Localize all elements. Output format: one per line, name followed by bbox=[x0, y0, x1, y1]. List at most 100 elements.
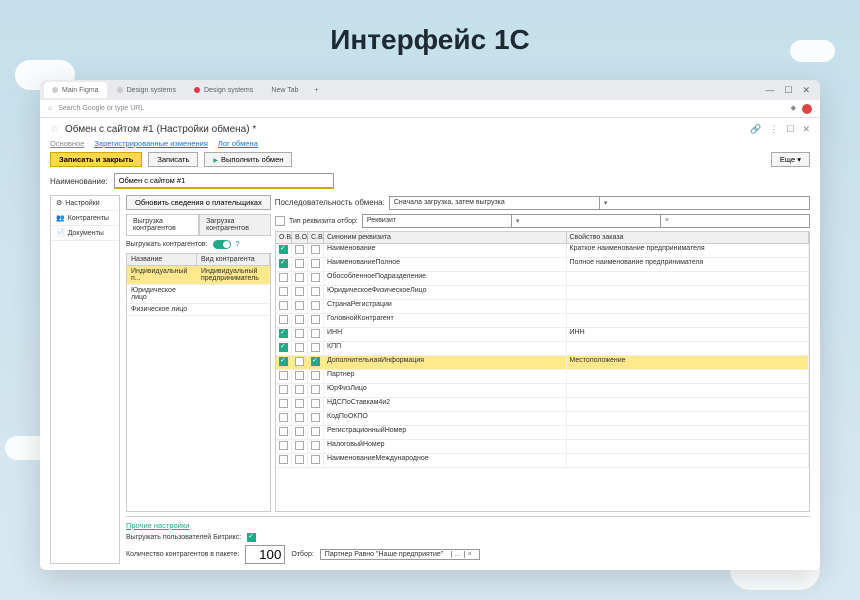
checkbox[interactable] bbox=[311, 441, 320, 450]
checkbox[interactable] bbox=[295, 385, 304, 394]
more-button[interactable]: Еще ▾ bbox=[771, 152, 810, 167]
count-input[interactable] bbox=[245, 545, 285, 564]
save-button[interactable]: Записать bbox=[148, 152, 198, 167]
grid-row[interactable]: ГоловнойКонтрагент bbox=[276, 314, 809, 328]
checkbox[interactable] bbox=[295, 287, 304, 296]
table-row[interactable]: Физическое лицо bbox=[127, 304, 270, 316]
checkbox[interactable] bbox=[279, 427, 288, 436]
checkbox[interactable] bbox=[279, 385, 288, 394]
checkbox[interactable] bbox=[279, 287, 288, 296]
grid-row[interactable]: НДСПоСтавкам4и2 bbox=[276, 398, 809, 412]
checkbox[interactable] bbox=[279, 371, 288, 380]
tab-import[interactable]: Загрузка контрагентов bbox=[199, 214, 271, 235]
checkbox[interactable] bbox=[311, 357, 320, 366]
checkbox[interactable] bbox=[295, 343, 304, 352]
nav-changes[interactable]: Зарегистрированные изменения bbox=[94, 139, 208, 148]
grid-row[interactable]: Партнер bbox=[276, 370, 809, 384]
grid-row[interactable]: НалоговыйНомер bbox=[276, 440, 809, 454]
checkbox[interactable] bbox=[279, 315, 288, 324]
browser-tab[interactable]: Main Figma bbox=[44, 82, 107, 98]
grid-row[interactable]: КПП bbox=[276, 342, 809, 356]
filter-icon[interactable] bbox=[275, 216, 285, 226]
checkbox[interactable] bbox=[295, 371, 304, 380]
clear-icon[interactable]: × bbox=[660, 215, 809, 227]
maximize-icon[interactable]: ☐ bbox=[784, 85, 792, 96]
checkbox[interactable] bbox=[279, 343, 288, 352]
help-icon[interactable]: ? bbox=[236, 241, 240, 248]
other-settings-link[interactable]: Прочие настройки bbox=[126, 521, 189, 530]
checkbox[interactable] bbox=[311, 455, 320, 464]
star-icon[interactable]: ☆ bbox=[50, 124, 59, 135]
tab-export[interactable]: Выгрузка контрагентов bbox=[126, 214, 199, 235]
seq-select[interactable]: Сначала загрузка, затем выгрузка▾ bbox=[389, 196, 810, 210]
sidebar-documents[interactable]: 📄Документы bbox=[51, 226, 119, 241]
grid-row[interactable]: КодПоОКПО bbox=[276, 412, 809, 426]
checkbox[interactable] bbox=[279, 259, 288, 268]
browser-tab[interactable]: New Tab bbox=[263, 82, 306, 98]
browser-tab[interactable]: Design systems bbox=[109, 82, 184, 98]
checkbox[interactable] bbox=[279, 399, 288, 408]
close-icon[interactable]: ✕ bbox=[802, 85, 810, 96]
avatar[interactable] bbox=[802, 104, 812, 114]
run-exchange-button[interactable]: Выполнить обмен bbox=[204, 152, 292, 167]
checkbox[interactable] bbox=[279, 441, 288, 450]
checkbox[interactable] bbox=[311, 273, 320, 282]
checkbox[interactable] bbox=[295, 301, 304, 310]
checkbox[interactable] bbox=[279, 329, 288, 338]
checkbox[interactable] bbox=[311, 385, 320, 394]
checkbox[interactable] bbox=[279, 455, 288, 464]
req-type-select[interactable]: Реквизит▾× bbox=[362, 214, 810, 228]
grid-row[interactable]: НаименованиеМеждународное bbox=[276, 454, 809, 468]
sidebar-partners[interactable]: 👥Контрагенты bbox=[51, 211, 119, 226]
checkbox[interactable] bbox=[295, 329, 304, 338]
checkbox[interactable] bbox=[311, 259, 320, 268]
bitrix-checkbox[interactable] bbox=[247, 533, 256, 542]
checkbox[interactable] bbox=[311, 399, 320, 408]
grid-row[interactable]: НаименованиеПолноеПолное наименование пр… bbox=[276, 258, 809, 272]
checkbox[interactable] bbox=[295, 273, 304, 282]
grid-row[interactable]: ДополнительнаяИнформацияМестоположение bbox=[276, 356, 809, 370]
minimize-icon[interactable]: — bbox=[765, 85, 774, 96]
grid-row[interactable]: РегистрационныйНомер bbox=[276, 426, 809, 440]
checkbox[interactable] bbox=[295, 427, 304, 436]
checkbox[interactable] bbox=[311, 315, 320, 324]
checkbox[interactable] bbox=[295, 259, 304, 268]
grid-row[interactable]: НаименованиеКраткое наименование предпри… bbox=[276, 244, 809, 258]
checkbox[interactable] bbox=[311, 245, 320, 254]
grid-row[interactable]: ИННИНН bbox=[276, 328, 809, 342]
grid-row[interactable]: ЮрФизЛицо bbox=[276, 384, 809, 398]
filter-input[interactable]: Партнер Равно "Наше предприятие"...× bbox=[320, 549, 480, 560]
new-tab-button[interactable]: + bbox=[309, 87, 325, 94]
checkbox[interactable] bbox=[279, 301, 288, 310]
checkbox[interactable] bbox=[295, 357, 304, 366]
nav-log[interactable]: Лог обмена bbox=[218, 139, 258, 148]
checkbox[interactable] bbox=[311, 371, 320, 380]
checkbox[interactable] bbox=[295, 245, 304, 254]
save-close-button[interactable]: Записать и закрыть bbox=[50, 152, 142, 167]
checkbox[interactable] bbox=[295, 455, 304, 464]
checkbox[interactable] bbox=[295, 399, 304, 408]
checkbox[interactable] bbox=[279, 413, 288, 422]
checkbox[interactable] bbox=[279, 357, 288, 366]
refresh-payers-button[interactable]: Обновить сведения о плательщиках bbox=[126, 195, 271, 210]
close-icon[interactable]: ✕ bbox=[802, 124, 810, 135]
checkbox[interactable] bbox=[311, 301, 320, 310]
grid-row[interactable]: ЮридическоеФизическоеЛицо bbox=[276, 286, 809, 300]
checkbox[interactable] bbox=[311, 427, 320, 436]
grid-row[interactable]: СтранаРегистрации bbox=[276, 300, 809, 314]
checkbox[interactable] bbox=[311, 329, 320, 338]
extension-icon[interactable]: ◆ bbox=[791, 104, 796, 114]
export-toggle[interactable] bbox=[213, 240, 231, 249]
checkbox[interactable] bbox=[295, 315, 304, 324]
grid-row[interactable]: ОбособленноеПодразделение bbox=[276, 272, 809, 286]
table-row[interactable]: Юридическое лицо bbox=[127, 285, 270, 304]
address-input[interactable]: Search Google or type URL bbox=[58, 105, 144, 112]
home-icon[interactable]: ⌂ bbox=[48, 105, 52, 112]
browser-tab[interactable]: Design systems bbox=[186, 82, 261, 98]
checkbox[interactable] bbox=[295, 413, 304, 422]
sidebar-settings[interactable]: ⚙Настройки bbox=[51, 196, 119, 211]
checkbox[interactable] bbox=[279, 273, 288, 282]
table-row[interactable]: Индивидуальный п...Индивидуальный предпр… bbox=[127, 266, 270, 285]
checkbox[interactable] bbox=[311, 343, 320, 352]
checkbox[interactable] bbox=[295, 441, 304, 450]
